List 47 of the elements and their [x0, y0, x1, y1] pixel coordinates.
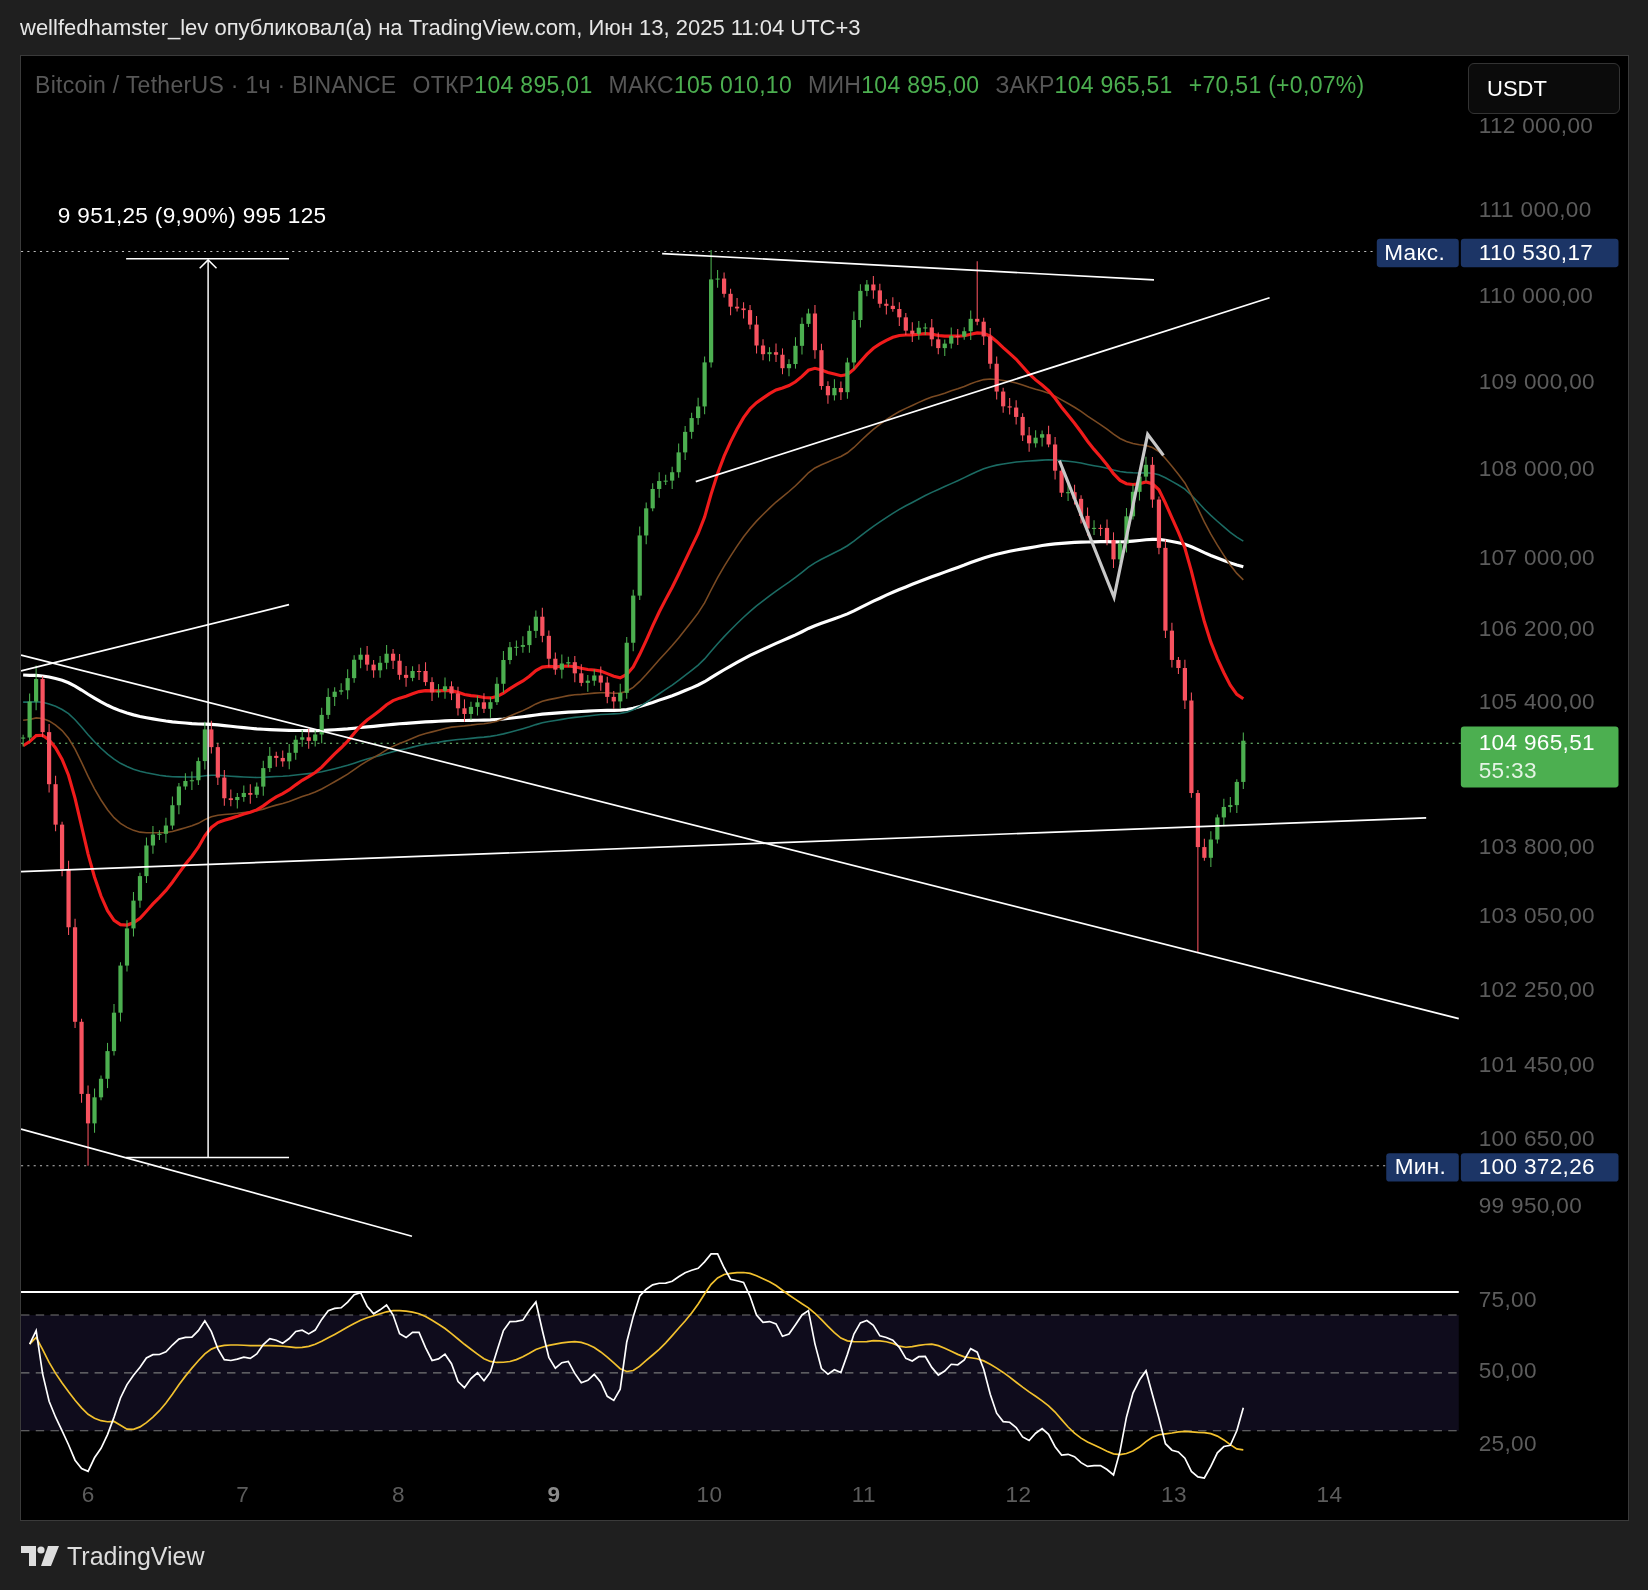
- ohlc-label: ОТКР: [412, 72, 475, 98]
- rsi-axis-label: 25,00: [1478, 1430, 1537, 1456]
- price-axis-label: 103 050,00: [1478, 903, 1595, 929]
- price-axis-label: 108 000,00: [1478, 456, 1595, 482]
- price-change: +70,51 (+0,07%): [1188, 72, 1365, 99]
- price-axis-label: 111 000,00: [1478, 196, 1592, 222]
- publisher-caption: wellfedhamster_lev опубликовал(а) на TradingView.com, Июн 13, 2025 11:04 UTC+3: [20, 14, 861, 41]
- time-axis-label: 7: [236, 1482, 250, 1508]
- ohlc-label: МИН: [808, 72, 862, 98]
- price-axis-label: 112 000,00: [1478, 112, 1594, 138]
- ohlc-value: 104 965,51: [1054, 72, 1173, 98]
- ohlc-value: 104 895,00: [861, 72, 980, 98]
- ohlc-value: 105 010,10: [673, 72, 793, 98]
- price-axis-label: 101 450,00: [1478, 1052, 1595, 1078]
- logo-icon: [21, 1546, 59, 1566]
- time-axis-label: 8: [391, 1482, 405, 1508]
- price-marker-value: 100 372,26: [1460, 1153, 1619, 1182]
- price-axis-label: 103 800,00: [1478, 833, 1595, 859]
- time-axis-label: 6: [81, 1482, 95, 1508]
- rsi-axis-label: 50,00: [1478, 1358, 1537, 1384]
- price-axis-label: 109 000,00: [1478, 369, 1595, 395]
- symbol-title: Bitcoin / TetherUS · 1ч · BINANCE: [35, 72, 397, 99]
- brand-name: TradingView: [67, 1541, 205, 1571]
- time-axis-label: 10: [696, 1482, 723, 1508]
- price-axis-label: 102 250,00: [1478, 976, 1595, 1002]
- ohlc-label: ЗАКР: [995, 72, 1055, 98]
- price-axis-label: 105 400,00: [1478, 688, 1595, 714]
- time-axis-label: 9: [547, 1482, 561, 1508]
- time-axis-label: 11: [851, 1482, 876, 1508]
- time-axis-label: 13: [1161, 1482, 1187, 1508]
- time-axis-label: 14: [1316, 1482, 1343, 1508]
- time-axis-label: 12: [1005, 1482, 1032, 1508]
- price-axis-label: 106 200,00: [1478, 616, 1595, 642]
- ohlc-label: МАКС: [608, 72, 674, 98]
- bar-countdown: 55:33: [1478, 758, 1537, 783]
- price-marker-label: Макс.: [1376, 238, 1459, 268]
- price-axis-label: 110 000,00: [1478, 283, 1594, 308]
- price-marker-label: Мин.: [1386, 1153, 1459, 1182]
- rsi-axis-label: 75,00: [1478, 1286, 1537, 1312]
- price-marker-value: 110 530,17: [1460, 238, 1619, 268]
- price-axis-label: 99 950,00: [1478, 1193, 1583, 1219]
- currency-button[interactable]: USDT: [1468, 63, 1620, 114]
- ohlc-value: 104 895,01: [474, 72, 593, 98]
- price-axis-label: 107 000,00: [1478, 544, 1595, 570]
- measure-label: 9 951,25 (9,90%) 995 125: [57, 203, 327, 229]
- last-price-value: 104 965,51: [1478, 729, 1595, 755]
- price-axis-label: 100 650,00: [1478, 1125, 1595, 1151]
